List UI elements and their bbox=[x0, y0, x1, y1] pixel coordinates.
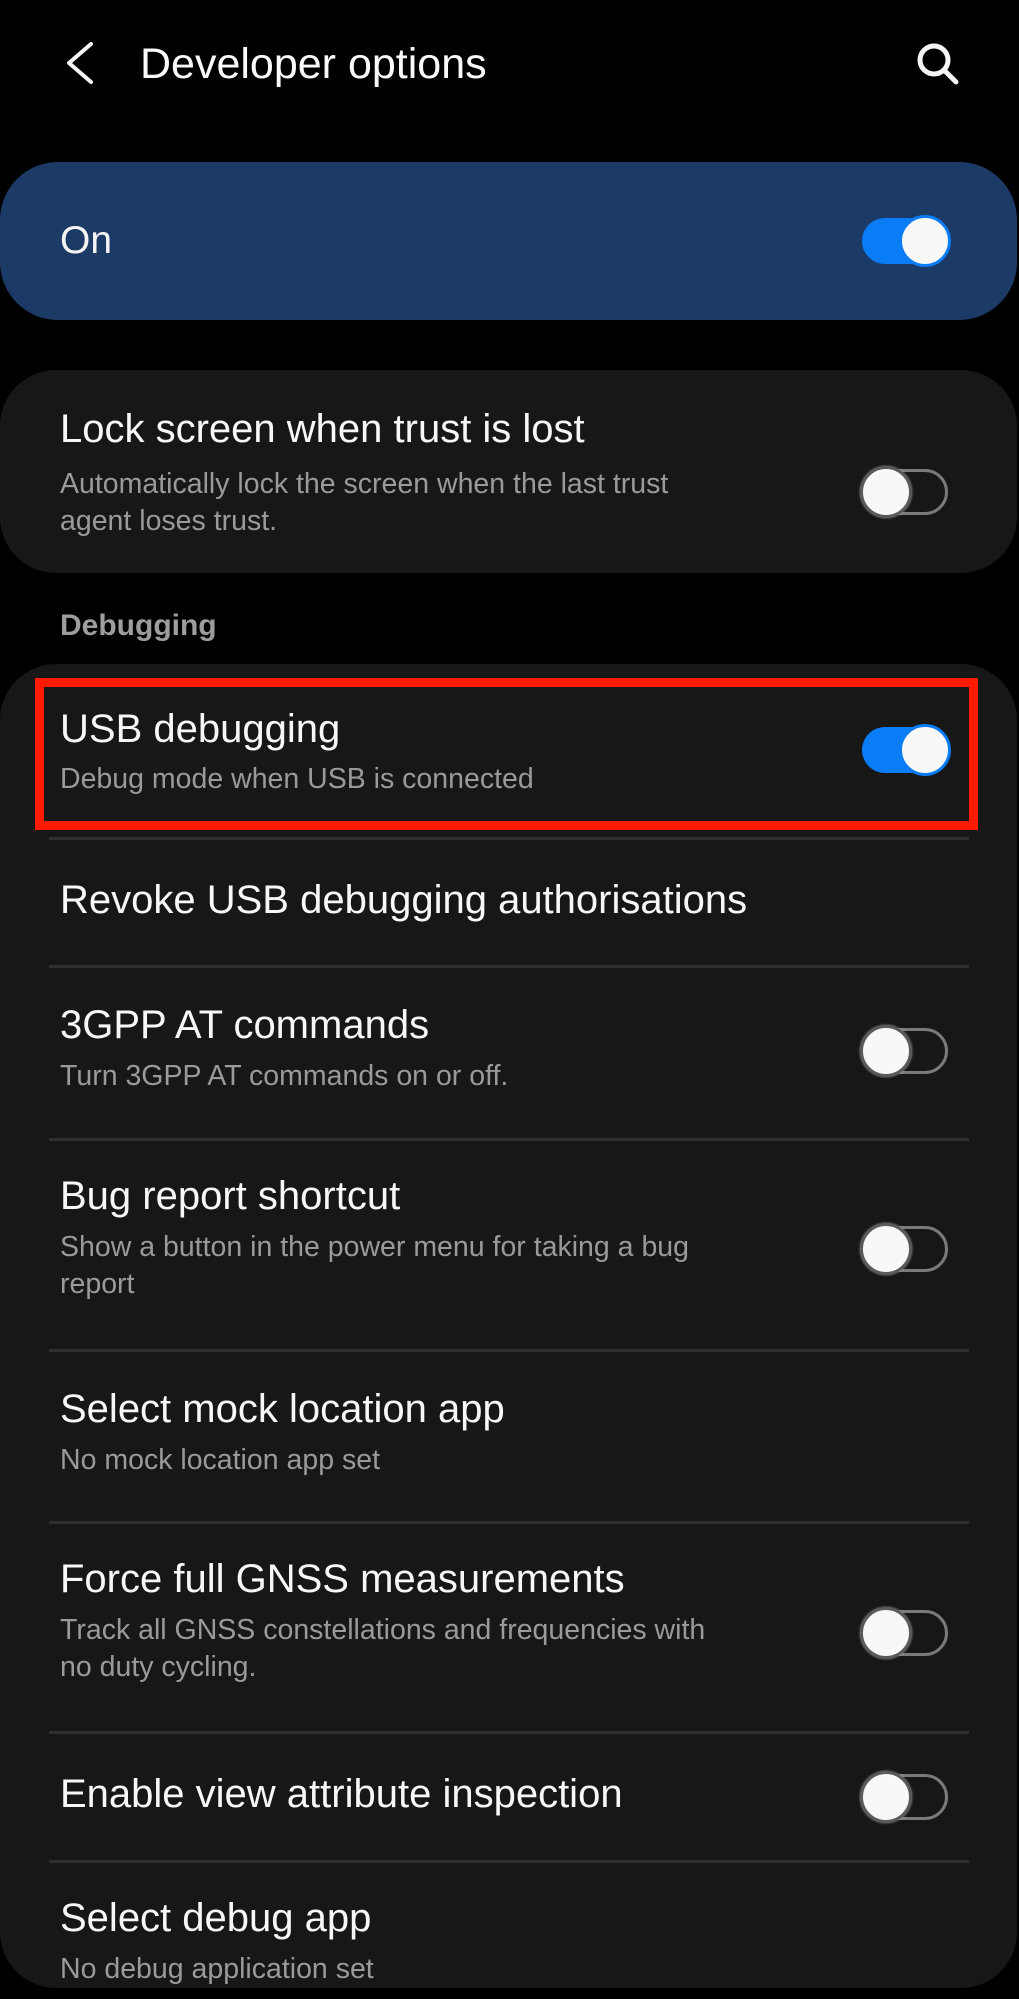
select-debug-app-item[interactable]: Select debug app No debug application se… bbox=[0, 1863, 1017, 1988]
row-subtitle: Debug mode when USB is connected bbox=[60, 763, 534, 795]
force-full-gnss-item[interactable]: Force full GNSS measurements Track all G… bbox=[0, 1524, 1017, 1732]
toggle-knob bbox=[860, 466, 912, 518]
subtitle-line: agent loses trust. bbox=[60, 505, 278, 537]
row-subtitle: Automatically lock the screen when the l… bbox=[60, 466, 800, 540]
usb-debugging-item[interactable]: USB debugging Debug mode when USB is con… bbox=[0, 678, 1017, 838]
toggle-knob bbox=[860, 1025, 912, 1077]
row-subtitle: Turn 3GPP AT commands on or off. bbox=[60, 1060, 509, 1092]
row-title: Select mock location app bbox=[60, 1387, 505, 1431]
row-title: Bug report shortcut bbox=[60, 1174, 401, 1218]
subtitle-line: Track all GNSS constellations and freque… bbox=[60, 1614, 706, 1646]
row-subtitle: Show a button in the power menu for taki… bbox=[60, 1229, 800, 1303]
master-toggle[interactable] bbox=[860, 215, 951, 267]
chevron-left-icon bbox=[67, 42, 93, 84]
select-mock-location-app-item[interactable]: Select mock location app No mock locatio… bbox=[0, 1352, 1017, 1522]
toggle-knob bbox=[860, 1771, 912, 1823]
search-button[interactable] bbox=[900, 30, 970, 100]
enable-view-attribute-inspection-item[interactable]: Enable view attribute inspection bbox=[0, 1734, 1017, 1861]
row-title: USB debugging bbox=[60, 707, 341, 751]
row-title: Enable view attribute inspection bbox=[60, 1772, 623, 1816]
subtitle-line: Show a button in the power menu for taki… bbox=[60, 1231, 689, 1263]
row-subtitle: No mock location app set bbox=[60, 1444, 380, 1476]
row-title: Force full GNSS measurements bbox=[60, 1557, 625, 1601]
back-button[interactable] bbox=[52, 30, 112, 96]
lock-screen-toggle[interactable] bbox=[860, 466, 950, 518]
search-icon bbox=[917, 43, 959, 85]
toggle-knob bbox=[860, 1607, 912, 1659]
master-switch-label: On bbox=[60, 219, 113, 262]
3gpp-at-commands-toggle[interactable] bbox=[860, 1025, 950, 1077]
view-attribute-inspection-toggle[interactable] bbox=[860, 1771, 950, 1823]
toggle-knob bbox=[899, 724, 951, 776]
lock-screen-trust-lost-item[interactable]: Lock screen when trust is lost Automatic… bbox=[0, 370, 1017, 573]
row-title: Lock screen when trust is lost bbox=[60, 407, 585, 451]
page-title: Developer options bbox=[140, 40, 487, 88]
3gpp-at-commands-item[interactable]: 3GPP AT commands Turn 3GPP AT commands o… bbox=[0, 968, 1017, 1139]
row-subtitle: No debug application set bbox=[60, 1953, 374, 1985]
force-full-gnss-toggle[interactable] bbox=[860, 1607, 950, 1659]
debugging-card: USB debugging Debug mode when USB is con… bbox=[0, 664, 1017, 1988]
toggle-knob bbox=[860, 1223, 912, 1275]
row-subtitle: Track all GNSS constellations and freque… bbox=[60, 1612, 800, 1686]
usb-debugging-toggle[interactable] bbox=[860, 724, 951, 776]
subtitle-line: Automatically lock the screen when the l… bbox=[60, 468, 669, 500]
row-title: Revoke USB debugging authorisations bbox=[60, 878, 748, 922]
revoke-usb-debugging-item[interactable]: Revoke USB debugging authorisations bbox=[0, 840, 1017, 966]
bug-report-shortcut-toggle[interactable] bbox=[860, 1223, 950, 1275]
row-title: 3GPP AT commands bbox=[60, 1003, 430, 1047]
row-title: Select debug app bbox=[60, 1896, 372, 1940]
bug-report-shortcut-item[interactable]: Bug report shortcut Show a button in the… bbox=[0, 1141, 1017, 1350]
subtitle-line: report bbox=[60, 1268, 135, 1300]
subtitle-line: no duty cycling. bbox=[60, 1651, 257, 1683]
toggle-knob bbox=[899, 215, 951, 267]
section-header-debugging: Debugging bbox=[60, 609, 217, 642]
developer-options-master-switch[interactable]: On bbox=[0, 162, 1017, 320]
